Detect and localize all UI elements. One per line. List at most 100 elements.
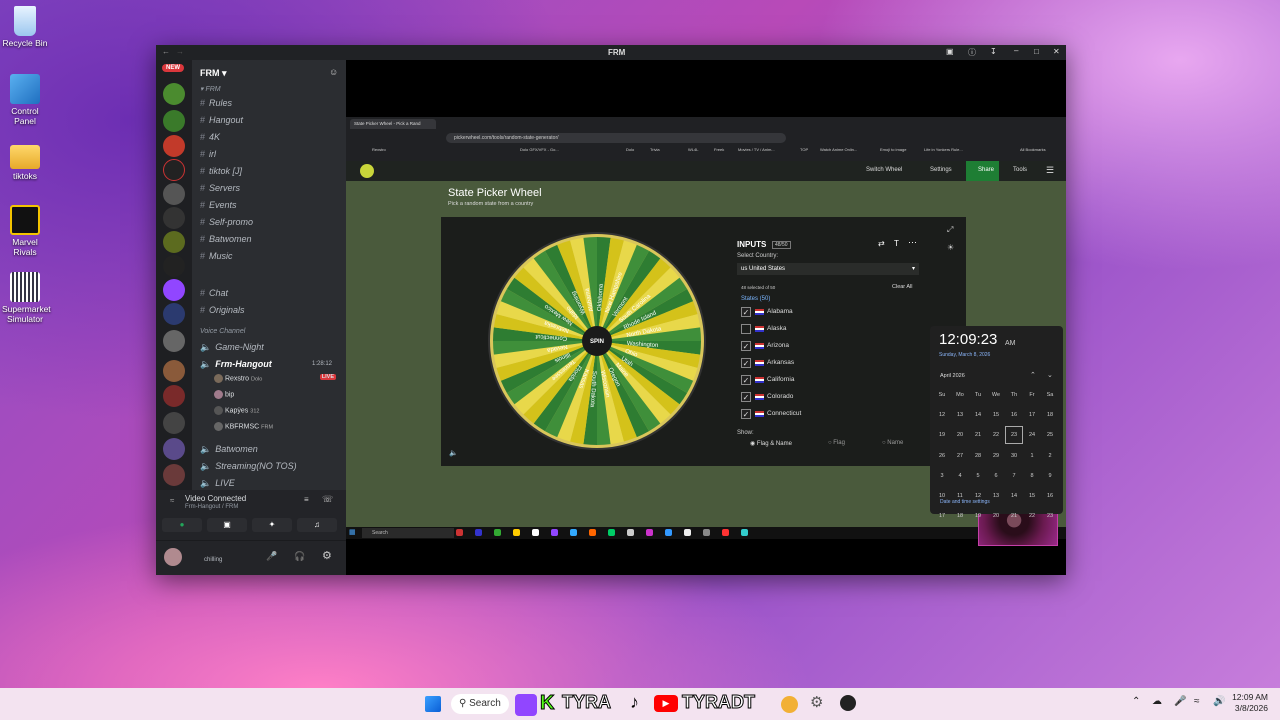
calendar-day[interactable]: 9 <box>1041 468 1059 484</box>
desktop-icon-control-panel[interactable]: Control Panel <box>2 74 48 126</box>
app-icon[interactable] <box>475 529 482 536</box>
show-flag-radio[interactable]: ○ Flag <box>828 440 845 446</box>
picker-wheel[interactable]: Oklahoma New HampshireVermontSouth Caroli… <box>487 231 707 451</box>
calendar-month[interactable]: April 2026 <box>940 373 965 379</box>
app-icon[interactable] <box>646 529 653 536</box>
calendar-next-icon[interactable]: ⌄ <box>1047 371 1053 379</box>
channel-hangout[interactable]: # Hangout <box>200 115 243 125</box>
bookmark[interactable]: All Bookmarks <box>1020 147 1046 152</box>
date-time-settings-link[interactable]: Date and time settings <box>940 499 990 505</box>
calendar-day[interactable]: 24 <box>1023 427 1041 443</box>
voice-user-row[interactable]: bip <box>214 390 234 399</box>
state-checkbox[interactable]: ✓ <box>741 341 751 351</box>
app-icon[interactable] <box>494 529 501 536</box>
sound-icon[interactable]: 🔈 <box>449 449 458 457</box>
back-arrow-icon[interactable]: ← <box>162 47 170 56</box>
menu-icon[interactable]: ☰ <box>1046 165 1054 176</box>
channel-servers[interactable]: # Servers <box>200 183 240 193</box>
more-icon[interactable]: ⋯ <box>908 237 917 248</box>
app-icon[interactable] <box>513 529 520 536</box>
app-icon[interactable] <box>456 529 463 536</box>
start-icon[interactable] <box>425 696 441 712</box>
show-flag-name-radio[interactable]: ◉ Flag & Name <box>750 440 792 447</box>
bookmark[interactable]: Emoji to image <box>880 147 906 152</box>
fullscreen-icon[interactable]: ⤢ <box>947 225 953 235</box>
add-member-icon[interactable]: ☺ <box>329 67 338 77</box>
minimize-button[interactable]: – <box>1014 46 1018 55</box>
calendar-day[interactable]: 13 <box>951 407 969 423</box>
server-icon[interactable] <box>163 412 185 434</box>
calendar-day[interactable]: 3 <box>933 468 951 484</box>
browser-tab[interactable]: State Picker Wheel - Pick a Rand <box>350 119 436 129</box>
server-icon[interactable] <box>163 438 185 460</box>
bookmark[interactable]: Dolo GFX/VFX - Go... <box>520 147 559 152</box>
calendar-day[interactable]: 21 <box>969 427 987 443</box>
activities-button[interactable]: ✦ <box>252 518 292 532</box>
state-row[interactable]: ✓ Arizona <box>737 339 915 354</box>
server-icon[interactable] <box>163 231 185 253</box>
calendar-day[interactable]: 7 <box>1005 468 1023 484</box>
bookmark[interactable]: Rexstro <box>372 147 386 152</box>
calendar-day[interactable]: 8 <box>1023 468 1041 484</box>
desktop-icon-recycle-bin[interactable]: Recycle Bin <box>2 6 48 48</box>
mic-tray-icon[interactable]: 🎤 <box>1174 696 1186 707</box>
clear-all-button[interactable]: Clear All <box>892 284 912 290</box>
shuffle-icon[interactable]: ⇄ <box>878 239 885 248</box>
mic-icon[interactable]: 🎤 <box>266 551 277 562</box>
calendar-day[interactable]: 14 <box>969 407 987 423</box>
noise-suppression-icon[interactable]: ≡ <box>304 495 309 504</box>
calendar-day[interactable]: 17 <box>933 508 951 524</box>
channel-chat[interactable]: # Chat <box>200 288 228 298</box>
app-icon[interactable] <box>722 529 729 536</box>
channel-4k[interactable]: #4K <box>200 132 220 142</box>
country-select[interactable]: us United States ▾ <box>737 263 919 275</box>
calendar-day[interactable]: 15 <box>1023 488 1041 504</box>
app-icon[interactable] <box>840 695 856 711</box>
calendar-day[interactable]: 18 <box>1041 407 1059 423</box>
bookmark[interactable]: Movies / TV / Anim... <box>738 147 775 152</box>
channel-events[interactable]: # Events <box>200 200 237 210</box>
calendar-day[interactable]: 16 <box>1041 488 1059 504</box>
voice-channel-frm-hangout[interactable]: 🔈 Frm-Hangout <box>200 359 272 370</box>
calendar-day[interactable]: 6 <box>987 468 1005 484</box>
settings-app-icon[interactable]: ⚙ <box>810 693 823 711</box>
server-icon[interactable] <box>163 385 185 407</box>
calendar-day[interactable]: 4 <box>951 468 969 484</box>
tiktok-icon[interactable]: ♪ <box>630 692 639 713</box>
voice-user-row[interactable]: Rexstro Dolo LIVE <box>214 374 342 383</box>
taskbar-clock[interactable]: 12:09 AM 3/8/2026 <box>1232 692 1268 714</box>
kick-icon[interactable]: K <box>539 692 554 715</box>
voice-channel-batwomen[interactable]: 🔈 Batwomen <box>200 444 258 455</box>
server-icon[interactable] <box>163 464 185 486</box>
state-checkbox[interactable]: ✓ <box>741 307 751 317</box>
screen-share-icon[interactable]: ▣ <box>946 47 954 56</box>
taskbar-search[interactable]: ⚲ Search <box>451 694 509 714</box>
download-icon[interactable]: ↧ <box>990 47 997 56</box>
settings-button[interactable]: Settings <box>930 167 952 173</box>
calendar-day[interactable]: 20 <box>951 427 969 443</box>
calendar-day[interactable]: 16 <box>1005 407 1023 423</box>
app-icon[interactable] <box>551 529 558 536</box>
app-icon[interactable] <box>684 529 691 536</box>
theme-icon[interactable]: ☀ <box>947 243 954 252</box>
state-checkbox[interactable]: ✓ <box>741 358 751 368</box>
maximize-button[interactable]: □ <box>1034 47 1039 56</box>
channel-originals[interactable]: # Originals <box>200 305 245 315</box>
bookmark[interactable]: Freek <box>714 147 724 152</box>
calendar-day[interactable]: 28 <box>969 448 987 464</box>
bookmark[interactable]: Dolo <box>626 147 634 152</box>
calendar-day[interactable]: 19 <box>969 508 987 524</box>
voice-channel-live[interactable]: 🔈 LIVE <box>200 478 235 489</box>
switch-wheel-button[interactable]: Switch Wheel <box>866 167 902 173</box>
wifi-icon[interactable]: ≈ <box>1194 696 1200 707</box>
share-button[interactable]: Share <box>966 161 1000 181</box>
server-icon[interactable] <box>163 110 185 132</box>
help-icon[interactable]: ⓘ <box>968 47 976 58</box>
state-row[interactable]: ✓ Colorado <box>737 390 915 405</box>
channel-irl[interactable]: # irl <box>200 149 216 159</box>
chevron-up-icon[interactable]: ⌃ <box>1132 696 1140 707</box>
voice-channel-game-night[interactable]: 🔈 Game-Night <box>200 342 264 353</box>
channel-self-promo[interactable]: # Self-promo <box>200 217 253 227</box>
app-icon[interactable] <box>532 529 539 536</box>
calendar-day[interactable]: 14 <box>1005 488 1023 504</box>
